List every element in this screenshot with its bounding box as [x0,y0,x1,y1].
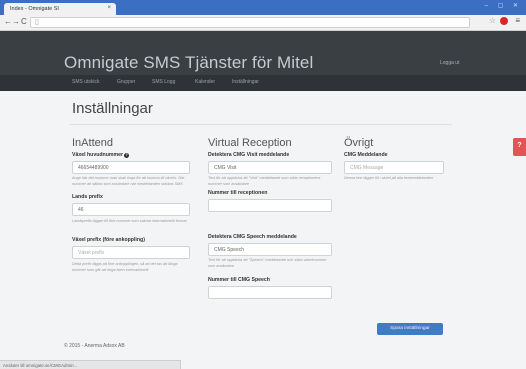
visit-input[interactable]: CMG Visit [208,161,332,174]
forward-icon[interactable]: → [12,17,20,26]
country-prefix-help: Landsprefix lägger till före nummer som … [72,219,187,223]
reception-number-input[interactable] [208,199,332,212]
cmg-message-input[interactable]: CMG Message [344,161,444,174]
nav-item-log[interactable]: SMS Logg [152,79,175,85]
title-divider [70,124,452,125]
visit-label: Detektera CMG Visit meddelande [208,152,290,158]
tab-title: Index - Omnigate SI [10,6,59,12]
logout-link[interactable]: Logga ut [440,60,459,66]
footer-copyright: © 2015 - Anerma Adsox AB [64,343,125,349]
speech-number-label: Nummer till CMG Speech [208,277,270,283]
brand-title[interactable]: Omnigate SMS Tjänster för Mitel [64,53,313,73]
nav-item-sms[interactable]: SMS utskick [72,79,100,85]
switch-prefix-label: Växel prefix (före ankoppling) [72,237,145,243]
nav-item-groups[interactable]: Grupper [117,79,135,85]
speech-number-input[interactable] [208,286,332,299]
browser-tab[interactable]: Index - Omnigate SI × [4,3,116,15]
country-prefix-input[interactable]: 46 [72,203,190,216]
speech-help: Text för att upptäcka ett "Speech" medde… [208,258,327,268]
browser-status-bar: Ansluter till omnigate.se/CMGAdmin... [0,360,181,369]
main-number-label: Växel huvudnummer? [72,152,130,158]
country-prefix-label: Lands prefix [72,194,103,200]
browser-menu-icon[interactable]: ≡ [515,16,520,25]
reload-icon[interactable]: C [21,17,27,26]
page-title: Inställningar [72,100,153,117]
visit-help: Text för att upptäcka ett "Visit" meddel… [208,176,321,186]
cmg-message-help: Denna text lägger till i slutet på alla … [344,176,434,180]
main-nav: SMS utskick Grupper SMS Logg Kalender In… [0,75,526,91]
nav-item-calendar[interactable]: Kalender [195,79,215,85]
back-icon[interactable]: ← [4,17,12,26]
browser-tabbar: Index - Omnigate SI × – ▢ ✕ [0,0,526,15]
save-button[interactable]: Spara inställningar [377,323,443,335]
question-icon[interactable]: ? [124,153,130,158]
speech-label: Detektera CMG Speech meddelande [208,234,297,240]
cmg-message-label: CMG Meddelande [344,152,388,158]
address-bar[interactable]: ▯ [30,17,470,28]
reception-number-label: Nummer till receptionen [208,190,268,196]
switch-prefix-help: Detta prefix läggs på före ankopplingen,… [72,262,178,272]
section-inattend-title: InAttend [72,137,113,149]
speech-input[interactable]: CMG Speech [208,243,332,256]
bookmark-star-icon[interactable]: ☆ [489,16,496,25]
section-other-title: Övrigt [344,137,374,149]
window-controls[interactable]: – ▢ ✕ [485,2,522,9]
main-number-input[interactable]: 46654489900 [72,161,190,174]
tab-close-icon[interactable]: × [107,5,111,11]
section-virtual-title: Virtual Reception [208,137,292,149]
nav-item-settings[interactable]: Inställningar [232,79,259,85]
extension-icon[interactable] [500,17,508,25]
browser-toolbar: ← → C ▯ ☆ ≡ [0,15,526,31]
switch-prefix-input[interactable]: Växel prefix [72,246,190,259]
page-icon: ▯ [35,19,39,26]
main-number-help: Ange här det nummer man skall ringa för … [72,176,185,186]
help-widget-button[interactable]: ? [513,138,526,156]
